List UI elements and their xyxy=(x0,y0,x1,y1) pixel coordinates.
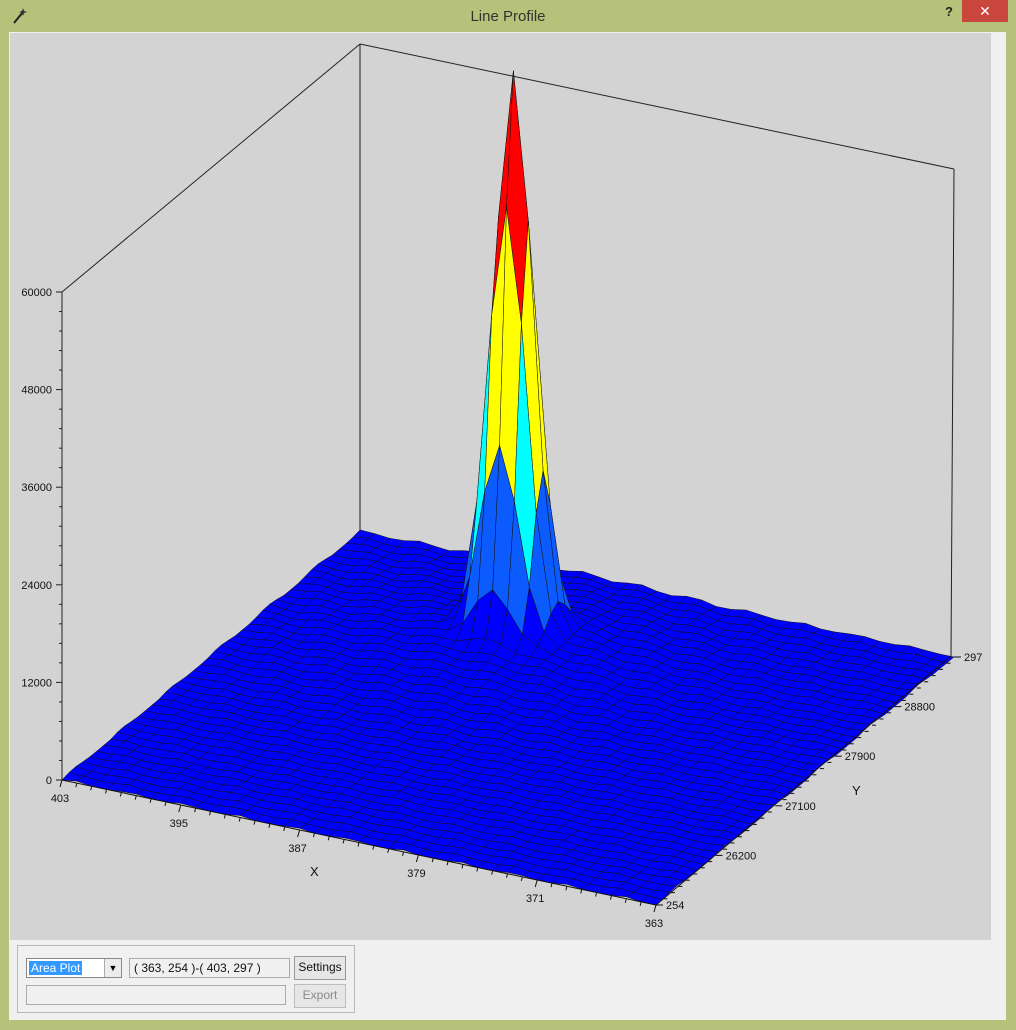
y-tick-label: 26200 xyxy=(726,850,757,862)
x-minor-tick xyxy=(342,839,345,844)
y-tick-label: 27900 xyxy=(845,751,876,763)
x-minor-tick xyxy=(639,901,642,906)
y-axis-label: Y xyxy=(852,783,861,798)
x-minor-tick xyxy=(491,870,494,875)
export-button[interactable]: Export xyxy=(294,984,346,1008)
status-field xyxy=(26,985,286,1005)
x-tick xyxy=(178,804,182,813)
x-minor-tick xyxy=(209,811,211,816)
controls-panel: Area Plot ▼ ( 363, 254 )-( 403, 297 ) Se… xyxy=(17,945,355,1013)
surface-plot[interactable]: 0 12000 24000 36000 48000 60000 403 395 387 379 37… xyxy=(10,33,991,940)
x-minor-tick xyxy=(609,895,612,900)
x-minor-tick xyxy=(357,842,360,847)
settings-button[interactable]: Settings xyxy=(294,956,346,980)
x-tick xyxy=(59,779,63,788)
x-minor-tick xyxy=(461,864,464,869)
x-tick-label: 387 xyxy=(288,843,306,855)
x-minor-tick xyxy=(446,861,449,866)
x-minor-tick xyxy=(595,892,598,897)
x-minor-tick xyxy=(520,876,523,881)
x-minor-tick xyxy=(402,851,405,856)
x-minor-tick xyxy=(506,873,508,878)
z-tick-label: 12000 xyxy=(21,677,52,689)
x-minor-tick xyxy=(75,783,78,788)
z-tick-label: 36000 xyxy=(21,482,52,494)
x-minor-tick xyxy=(327,836,330,841)
x-minor-tick xyxy=(253,820,256,825)
x-tick xyxy=(415,854,419,863)
window-title: Line Profile xyxy=(470,8,546,25)
x-minor-tick xyxy=(164,801,167,806)
box-edge-right-vertical xyxy=(950,168,955,657)
x-minor-tick xyxy=(624,898,627,903)
y-tick-label: 28800 xyxy=(904,702,935,714)
x-tick xyxy=(653,904,657,913)
region-field: ( 363, 254 )-( 403, 297 ) xyxy=(129,958,290,978)
line-profile-window: Line Profile ? ✕ 0 12000 24000 36000 48000 60… xyxy=(0,0,1016,1030)
y-tick-label: 27100 xyxy=(785,801,816,813)
x-minor-tick xyxy=(119,792,122,797)
client-area: 0 12000 24000 36000 48000 60000 403 395 387 379 37… xyxy=(9,32,1006,1020)
vertical-scrollbar[interactable] xyxy=(991,32,1006,940)
plot-type-dropdown[interactable]: Area Plot ▼ xyxy=(26,958,122,978)
x-minor-tick xyxy=(90,786,93,791)
plot-type-value: Area Plot xyxy=(29,961,83,975)
x-tick-label: 403 xyxy=(51,793,69,805)
x-minor-tick xyxy=(550,883,553,888)
x-minor-tick xyxy=(238,817,241,822)
z-tick-label: 24000 xyxy=(21,580,52,592)
x-axis-label: X xyxy=(310,864,319,879)
z-tick-label: 0 xyxy=(46,775,52,787)
close-button[interactable]: ✕ xyxy=(962,0,1008,22)
x-tick-label: 363 xyxy=(645,918,663,930)
x-minor-tick xyxy=(283,826,286,831)
help-button[interactable]: ? xyxy=(938,2,960,22)
x-minor-tick xyxy=(268,823,271,828)
x-tick-label: 395 xyxy=(170,818,188,830)
x-minor-tick xyxy=(194,808,197,813)
chevron-down-icon[interactable]: ▼ xyxy=(104,959,121,977)
x-minor-tick xyxy=(565,886,568,891)
x-minor-tick xyxy=(431,858,434,863)
x-minor-tick xyxy=(476,867,479,872)
x-minor-tick xyxy=(223,814,226,819)
y-tick-label: 254 xyxy=(666,900,684,912)
x-minor-tick xyxy=(134,795,137,800)
x-minor-tick xyxy=(312,833,315,838)
box-edge-left-top xyxy=(61,43,361,293)
y-tick-label: 297 xyxy=(964,652,982,664)
title-bar[interactable]: Line Profile ? ✕ xyxy=(0,0,1016,32)
z-tick-label: 48000 xyxy=(21,385,52,397)
x-minor-tick xyxy=(580,889,583,894)
x-minor-tick xyxy=(372,845,375,850)
x-minor-tick xyxy=(105,789,108,794)
x-tick-label: 379 xyxy=(407,868,425,880)
x-minor-tick xyxy=(387,848,390,853)
x-minor-tick xyxy=(149,798,152,803)
z-tick-label: 60000 xyxy=(21,287,52,299)
plot-area[interactable]: 0 12000 24000 36000 48000 60000 403 395 387 379 37… xyxy=(10,33,991,940)
box-edge-back-top xyxy=(359,43,955,170)
x-tick xyxy=(297,829,301,838)
x-tick-label: 371 xyxy=(526,893,544,905)
x-tick xyxy=(534,879,538,888)
